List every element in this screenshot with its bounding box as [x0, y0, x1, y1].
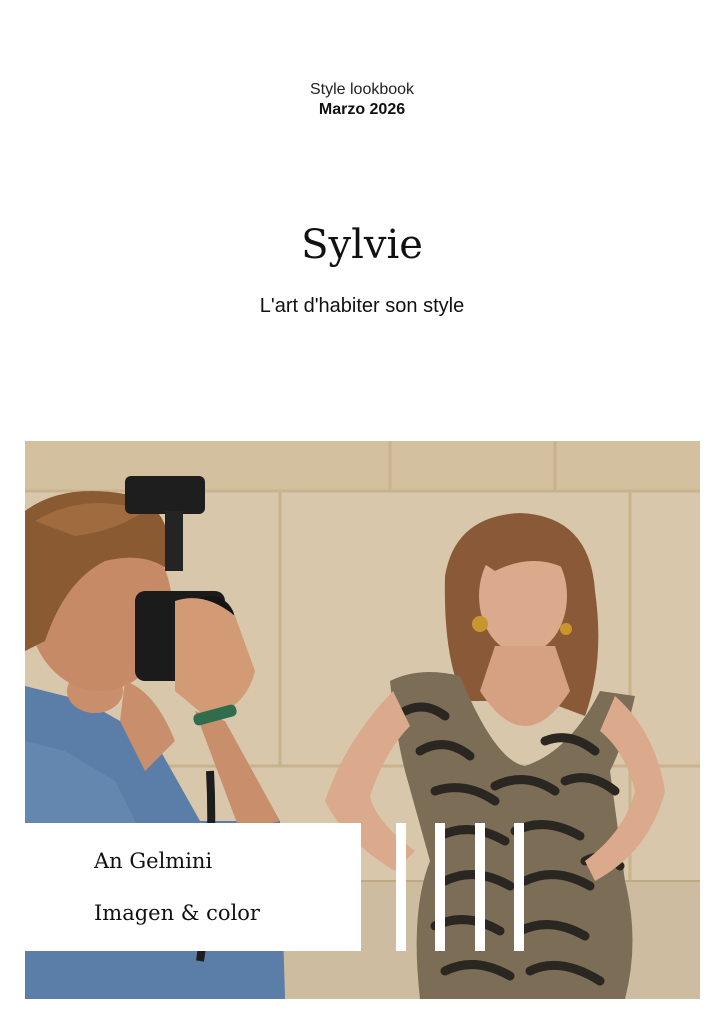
cover-subtitle: L'art d'habiter son style: [259, 295, 465, 317]
credit-card: An Gelmini Imagen & color: [25, 823, 361, 951]
decorative-bar: [475, 823, 485, 951]
decorative-bar: [435, 823, 445, 951]
decorative-bar: [514, 823, 524, 951]
cover-title: Sylvie: [301, 222, 423, 268]
lookbook-kicker: Style lookbook: [309, 81, 415, 98]
cover-header: Style lookbook Marzo 2026: [0, 80, 724, 120]
credit-author: An Gelmini: [94, 849, 213, 873]
decorative-bar: [396, 823, 406, 951]
issue-date: Marzo 2026: [318, 101, 406, 118]
credit-role: Imagen & color: [94, 901, 260, 925]
